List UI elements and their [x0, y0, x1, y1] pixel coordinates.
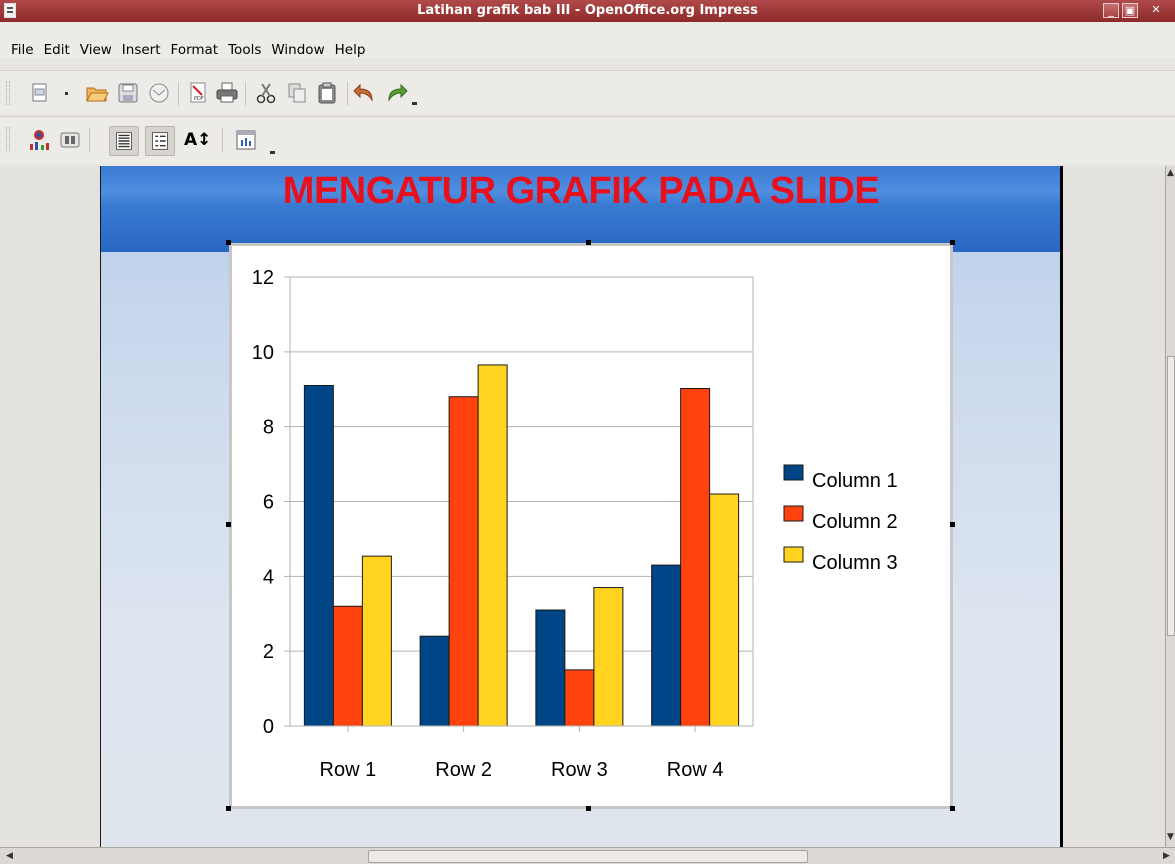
scroll-right-icon[interactable]: ▶ — [1163, 851, 1170, 861]
toolbar-separator — [222, 128, 223, 152]
toolbar-grip[interactable] — [6, 127, 10, 151]
save-icon[interactable] — [115, 80, 141, 106]
bar — [419, 635, 450, 727]
resize-handle[interactable] — [226, 806, 231, 811]
legend-label: Column 1 — [812, 470, 898, 492]
toolbar-separator — [347, 82, 348, 106]
scroll-up-icon[interactable]: ▲ — [1167, 168, 1174, 178]
bar — [448, 396, 479, 727]
resize-handle[interactable] — [950, 522, 955, 527]
resize-handle[interactable] — [950, 806, 955, 811]
menu-file[interactable]: File — [11, 40, 40, 60]
standard-toolbar: PDF — [0, 70, 1175, 114]
slide-title[interactable]: MENGATUR GRAFIK PADA SLIDE — [101, 170, 1061, 213]
paste-icon[interactable] — [314, 80, 340, 106]
chart-type-icon[interactable] — [26, 127, 52, 153]
bar — [535, 609, 566, 727]
svg-text:PDF: PDF — [194, 96, 204, 102]
bar-chart: 0 2 4 6 8 10 12 Row 1 Row 2 Row 3 Row 4 Column 1 Col… — [252, 267, 898, 781]
resize-handle[interactable] — [226, 240, 231, 245]
x-tick-label: Row 3 — [551, 759, 608, 781]
menu-window[interactable]: Window — [271, 40, 330, 60]
horizontal-scrollbar[interactable]: ◀ ▶ — [0, 847, 1175, 864]
y-tick-label: 10 — [252, 342, 274, 364]
y-tick-label: 4 — [263, 566, 274, 588]
legend-label: Column 2 — [812, 511, 898, 533]
undo-icon[interactable] — [352, 80, 378, 106]
y-tick-label: 12 — [252, 267, 274, 289]
menu-insert[interactable]: Insert — [122, 40, 167, 60]
scroll-down-icon[interactable]: ▼ — [1167, 832, 1174, 842]
close-button[interactable]: ✕ — [1141, 3, 1171, 18]
bar — [477, 364, 508, 727]
vertical-scrollbar[interactable]: ▲ ▼ — [1165, 166, 1175, 847]
legend-swatch — [783, 464, 804, 481]
x-tick-label: Row 2 — [435, 759, 492, 781]
open-folder-icon[interactable] — [84, 80, 110, 106]
vertical-scroll-thumb[interactable] — [1167, 356, 1175, 636]
window-title: Latihan grafik bab III - OpenOffice.org … — [417, 3, 758, 18]
y-tick-label: 2 — [263, 641, 274, 663]
menu-edit[interactable]: Edit — [44, 40, 76, 60]
y-tick-label: 0 — [263, 716, 274, 738]
redo-icon[interactable] — [383, 80, 409, 106]
bar — [651, 564, 682, 727]
toolbar-separator — [89, 128, 90, 152]
bar — [593, 587, 624, 727]
chart-object[interactable]: 0 2 4 6 8 10 12 Row 1 Row 2 Row 3 Row 4 Column 1 Col… — [229, 243, 953, 809]
bar — [564, 669, 595, 727]
copy-icon[interactable] — [284, 80, 310, 106]
export-pdf-icon[interactable]: PDF — [185, 80, 211, 106]
new-document-icon[interactable] — [26, 80, 52, 106]
legend-on-off-icon[interactable] — [145, 126, 175, 156]
dropdown-arrow-icon[interactable] — [61, 80, 73, 106]
title-on-off-icon[interactable] — [109, 126, 139, 156]
data-in-rows-icon[interactable] — [233, 127, 259, 153]
legend-label: Column 3 — [812, 552, 898, 574]
print-icon[interactable] — [214, 80, 240, 106]
toolbar-grip[interactable] — [6, 81, 10, 105]
cut-icon[interactable] — [253, 80, 279, 106]
window-title-bar: Latihan grafik bab III - OpenOffice.org … — [0, 0, 1175, 22]
resize-handle[interactable] — [586, 240, 591, 245]
scroll-left-icon[interactable]: ◀ — [6, 851, 13, 861]
email-icon[interactable] — [146, 80, 172, 106]
bar — [332, 605, 363, 727]
resize-handle[interactable] — [226, 522, 231, 527]
legend-swatch — [783, 546, 804, 563]
resize-handle[interactable] — [586, 806, 591, 811]
menu-bar: File Edit View Insert Format Tools Windo… — [0, 22, 1175, 58]
menu-view[interactable]: View — [80, 40, 118, 60]
menu-format[interactable]: Format — [171, 40, 225, 60]
x-tick-label: Row 1 — [320, 759, 377, 781]
legend-swatch — [783, 505, 804, 522]
toolbar-overflow-icon[interactable] — [270, 151, 275, 154]
scale-text-icon[interactable]: A↕ — [184, 130, 211, 150]
toolbar-overflow-icon[interactable] — [412, 102, 417, 105]
resize-handle[interactable] — [950, 240, 955, 245]
y-tick-label: 6 — [263, 492, 274, 514]
toolbar-separator — [178, 82, 179, 106]
horizontal-scroll-thumb[interactable] — [368, 850, 808, 863]
minimize-button[interactable]: _ — [1103, 3, 1119, 18]
bar — [709, 493, 740, 727]
toolbar-separator — [245, 82, 246, 106]
bar — [680, 388, 711, 727]
bar — [361, 555, 392, 727]
x-tick-label: Row 4 — [667, 759, 724, 781]
menu-tools[interactable]: Tools — [228, 40, 267, 60]
y-tick-label: 8 — [263, 417, 274, 439]
chart-toolbar: A↕ — [0, 116, 1175, 164]
restore-button[interactable]: ▣ — [1122, 3, 1138, 18]
menu-help[interactable]: Help — [335, 40, 372, 60]
slide-edge — [1060, 166, 1063, 847]
bar — [303, 385, 334, 727]
chart-data-table-icon[interactable] — [57, 127, 83, 153]
